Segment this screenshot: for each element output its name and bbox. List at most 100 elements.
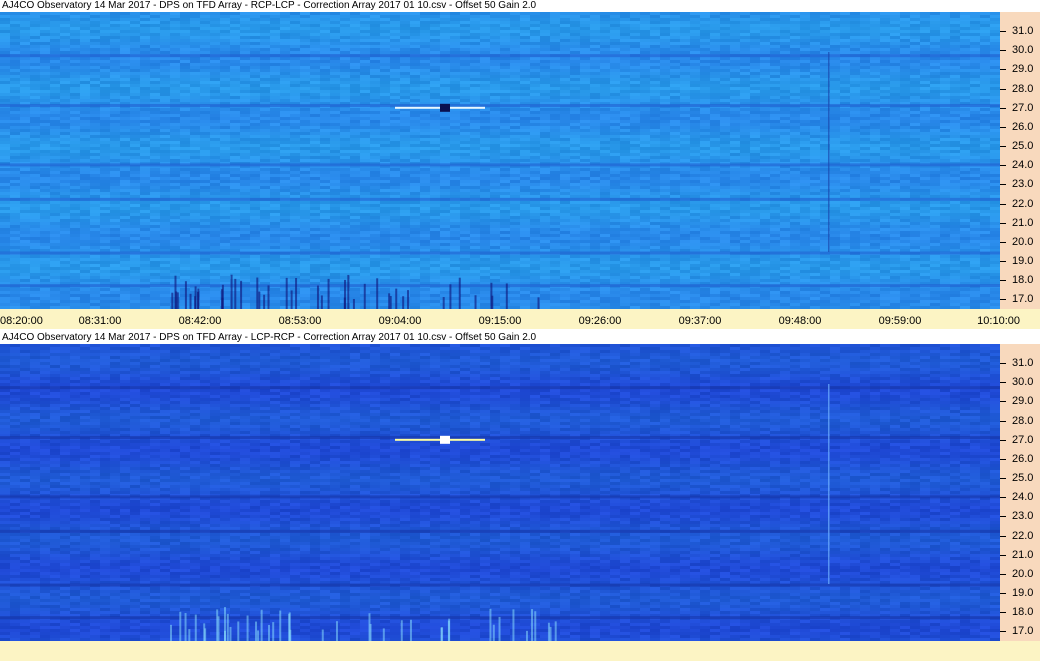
heatmap-cell bbox=[930, 72, 940, 75]
heatmap-cell bbox=[540, 141, 550, 144]
heatmap-cell bbox=[880, 51, 890, 54]
heatmap-cell bbox=[610, 27, 620, 30]
heatmap-cell bbox=[880, 66, 890, 69]
heatmap-cell bbox=[860, 45, 870, 48]
heatmap-cell bbox=[320, 48, 330, 51]
heatmap-cell bbox=[590, 42, 600, 45]
heatmap-cell bbox=[690, 78, 700, 81]
heatmap-cell bbox=[60, 108, 70, 111]
heatmap-cell bbox=[970, 60, 980, 63]
heatmap-cell bbox=[320, 12, 330, 15]
heatmap-cell bbox=[740, 63, 750, 66]
heatmap-cell bbox=[0, 33, 10, 36]
heatmap-cell bbox=[650, 66, 660, 69]
heatmap-cell bbox=[900, 30, 910, 33]
heatmap-cell bbox=[80, 114, 90, 117]
heatmap-cell bbox=[760, 84, 770, 87]
heatmap-cell bbox=[110, 135, 120, 138]
heatmap-cell bbox=[120, 57, 130, 60]
heatmap-cell bbox=[20, 147, 30, 150]
heatmap-cell bbox=[10, 63, 20, 66]
heatmap-cell bbox=[380, 12, 390, 15]
heatmap-cell bbox=[990, 114, 1000, 117]
heatmap-cell bbox=[550, 147, 560, 150]
heatmap-cell bbox=[160, 57, 170, 60]
heatmap-cell bbox=[810, 27, 820, 30]
heatmap-cell bbox=[800, 27, 810, 30]
heatmap-cell bbox=[300, 48, 310, 51]
heatmap-cell bbox=[590, 90, 600, 93]
heatmap-cell bbox=[250, 45, 260, 48]
heatmap-cell bbox=[900, 33, 910, 36]
heatmap-cell bbox=[590, 114, 600, 117]
heatmap-cell bbox=[220, 126, 230, 129]
heatmap-cell bbox=[900, 81, 910, 84]
heatmap-cell bbox=[80, 144, 90, 147]
heatmap-cell bbox=[720, 69, 730, 72]
heatmap-cell bbox=[520, 51, 530, 54]
heatmap-cell bbox=[80, 60, 90, 63]
heatmap-cell bbox=[830, 99, 840, 102]
heatmap-cell bbox=[140, 66, 150, 69]
heatmap-cell bbox=[840, 108, 850, 111]
heatmap-cell bbox=[740, 15, 750, 18]
heatmap-cell bbox=[710, 144, 720, 147]
heatmap-cell bbox=[940, 72, 950, 75]
heatmap-cell bbox=[310, 87, 320, 90]
heatmap-cell bbox=[720, 33, 730, 36]
heatmap-cell bbox=[750, 96, 760, 99]
heatmap-cell bbox=[830, 69, 840, 72]
heatmap-cell bbox=[910, 93, 920, 96]
heatmap-cell bbox=[470, 69, 480, 72]
heatmap-cell bbox=[630, 123, 640, 126]
heatmap-cell bbox=[810, 129, 820, 132]
heatmap-cell bbox=[590, 156, 600, 159]
heatmap-cell bbox=[290, 111, 300, 114]
heatmap-cell bbox=[770, 27, 780, 30]
heatmap-cell bbox=[990, 84, 1000, 87]
heatmap-cell bbox=[440, 135, 450, 138]
heatmap-cell bbox=[110, 150, 120, 153]
heatmap-cell bbox=[490, 159, 500, 162]
heatmap-cell bbox=[430, 126, 440, 129]
heatmap-cell bbox=[320, 147, 330, 150]
heatmap-cell bbox=[990, 24, 1000, 27]
heatmap-cell bbox=[70, 18, 80, 21]
heatmap-cell bbox=[670, 27, 680, 30]
heatmap-cell bbox=[30, 72, 40, 75]
heatmap-cell bbox=[720, 150, 730, 153]
heatmap-cell bbox=[700, 57, 710, 60]
heatmap-cell bbox=[870, 150, 880, 153]
heatmap-cell bbox=[760, 12, 770, 15]
heatmap-cell bbox=[540, 42, 550, 45]
heatmap-cell bbox=[570, 78, 580, 81]
heatmap-cell bbox=[870, 126, 880, 129]
heatmap-cell bbox=[660, 33, 670, 36]
heatmap-cell bbox=[670, 24, 680, 27]
heatmap-cell bbox=[20, 135, 30, 138]
heatmap-cell bbox=[610, 48, 620, 51]
heatmap-cell bbox=[660, 75, 670, 78]
heatmap-cell bbox=[680, 75, 690, 78]
heatmap-cell bbox=[180, 51, 190, 54]
heatmap-cell bbox=[590, 135, 600, 138]
heatmap-cell bbox=[730, 114, 740, 117]
heatmap-cell bbox=[130, 141, 140, 144]
heatmap-cell bbox=[390, 141, 400, 144]
heatmap-cell bbox=[980, 75, 990, 78]
heatmap-cell bbox=[950, 69, 960, 72]
heatmap-cell bbox=[440, 117, 450, 120]
heatmap-cell bbox=[560, 123, 570, 126]
heatmap-cell bbox=[710, 156, 720, 159]
heatmap-cell bbox=[860, 18, 870, 21]
heatmap-cell bbox=[420, 51, 430, 54]
heatmap-cell bbox=[600, 81, 610, 84]
heatmap-cell bbox=[100, 141, 110, 144]
heatmap-cell bbox=[120, 24, 130, 27]
heatmap-cell bbox=[250, 42, 260, 45]
heatmap-cell bbox=[270, 45, 280, 48]
heatmap-cell bbox=[240, 84, 250, 87]
heatmap-cell bbox=[760, 39, 770, 42]
heatmap-cell bbox=[820, 12, 830, 15]
heatmap-cell bbox=[90, 66, 100, 69]
